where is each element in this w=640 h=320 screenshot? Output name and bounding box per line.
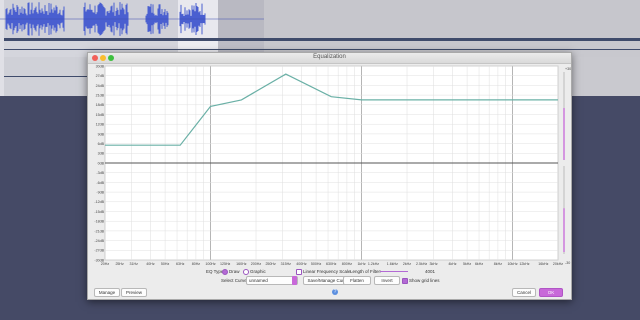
eq-type-draw-label: Draw xyxy=(229,269,240,274)
eq-curve-chart[interactable]: 30dB 27dB 24dB 21dB 18dB 15dB 12dB 9dB 6dB 3dB 0dB… xyxy=(88,64,571,269)
eq-type-graphic-radio[interactable] xyxy=(243,269,249,275)
eq-plot-area[interactable]: 30dB 27dB 24dB 21dB 18dB 15dB 12dB 9dB 6dB 3dB 0dB… xyxy=(88,64,571,269)
freq-tick-label: 6kHz xyxy=(475,262,483,266)
db-tick-label: -18dB xyxy=(94,220,104,224)
freq-tick-label: 2.5kHz xyxy=(416,262,427,266)
freq-tick-label: 630Hz xyxy=(326,262,337,266)
db-tick-label: 9dB xyxy=(98,132,105,136)
freq-tick-label: 250Hz xyxy=(265,262,276,266)
dialog-title: Equalization xyxy=(313,54,346,60)
freq-tick-label: 3kHz xyxy=(429,262,437,266)
eq-type-draw-radio[interactable] xyxy=(222,269,228,275)
db-tick-label: 15dB xyxy=(96,113,105,117)
filter-length-slider[interactable] xyxy=(380,271,408,272)
filter-length-value: 4001 xyxy=(425,269,436,274)
freq-tick-label: 20kHz xyxy=(553,262,563,266)
flatten-button[interactable]: Flatten xyxy=(343,276,371,285)
gain-min-label: -30 xyxy=(565,261,570,265)
empty-track-area xyxy=(264,0,640,38)
freq-tick-label: 500Hz xyxy=(311,262,322,266)
db-tick-label: 6dB xyxy=(98,142,105,146)
freq-tick-label: 315Hz xyxy=(281,262,292,266)
freq-tick-label: 400Hz xyxy=(296,262,307,266)
freq-tick-label: 800Hz xyxy=(342,262,353,266)
db-tick-label: 18dB xyxy=(96,103,105,107)
filter-length-label: Length of Filter: xyxy=(350,269,382,274)
freq-tick-label: 2kHz xyxy=(403,262,411,266)
db-tick-label: 24dB xyxy=(96,84,105,88)
db-tick-label: 12dB xyxy=(96,123,105,127)
db-tick-label: -24dB xyxy=(94,239,104,243)
manage-button[interactable]: Manage xyxy=(94,288,120,297)
freq-tick-label: 12kHz xyxy=(519,262,529,266)
chevron-down-icon[interactable] xyxy=(292,276,297,285)
invert-button[interactable]: Invert xyxy=(374,276,400,285)
freq-tick-label: 1kHz xyxy=(357,262,365,266)
freq-tick-label: 8kHz xyxy=(494,262,502,266)
show-grid-lines-label: Show grid lines xyxy=(409,278,440,283)
linear-frequency-label: Linear Frequency Scale xyxy=(303,269,351,274)
dialog-titlebar[interactable]: Equalization xyxy=(88,53,571,64)
select-curve-dropdown[interactable]: unnamed xyxy=(246,276,298,285)
freq-tick-label: 50Hz xyxy=(161,262,170,266)
freq-tick-label: 1.2kHz xyxy=(368,262,379,266)
freq-tick-label: 125Hz xyxy=(220,262,231,266)
help-icon[interactable]: ? xyxy=(332,289,338,295)
freq-tick-label: 31Hz xyxy=(130,262,139,266)
db-tick-label: 21dB xyxy=(96,94,105,98)
db-tick-label: -12dB xyxy=(94,200,104,204)
db-tick-label: 27dB xyxy=(96,74,105,78)
db-tick-label: 0dB xyxy=(98,161,105,165)
equalization-dialog: Equalization 30dB 27dB 24dB 21dB 18dB 15dB 12d… xyxy=(87,52,572,300)
db-tick-label: -6dB xyxy=(96,181,104,185)
db-tick-label: -9dB xyxy=(96,191,104,195)
freq-tick-label: 25Hz xyxy=(115,262,124,266)
db-tick-label: 30dB xyxy=(96,64,105,68)
freq-tick-label: 20Hz xyxy=(101,262,110,266)
gain-max-label: +30 xyxy=(565,67,571,71)
linear-frequency-checkbox[interactable] xyxy=(296,269,302,275)
db-tick-label: -3dB xyxy=(96,171,104,175)
track-3-baseline xyxy=(0,76,96,77)
ok-button[interactable]: OK xyxy=(539,288,563,297)
freq-tick-label: 160Hz xyxy=(236,262,247,266)
track-2-baseline xyxy=(0,49,640,50)
freq-tick-label: 1.6kHz xyxy=(387,262,398,266)
select-curve-label: Select Curve: xyxy=(221,278,249,283)
freq-tick-label: 40Hz xyxy=(146,262,155,266)
freq-tick-label: 63Hz xyxy=(176,262,185,266)
freq-tick-label: 16kHz xyxy=(538,262,548,266)
db-tick-label: -15dB xyxy=(94,210,104,214)
freq-tick-label: 100Hz xyxy=(205,262,216,266)
freq-tick-label: 200Hz xyxy=(251,262,262,266)
freq-tick-label: 80Hz xyxy=(192,262,201,266)
cancel-button[interactable]: Cancel xyxy=(512,288,536,297)
freq-tick-label: 5kHz xyxy=(463,262,471,266)
preview-button[interactable]: Preview xyxy=(121,288,147,297)
eq-type-graphic-label: Graphic xyxy=(250,269,266,274)
db-tick-label: -21dB xyxy=(94,229,104,233)
db-tick-label: 3dB xyxy=(98,152,105,156)
waveform xyxy=(0,2,264,36)
freq-tick-label: 4kHz xyxy=(448,262,456,266)
freq-tick-label: 10kHz xyxy=(507,262,517,266)
db-tick-label: -27dB xyxy=(94,249,104,253)
show-grid-lines-checkbox[interactable] xyxy=(402,278,408,284)
